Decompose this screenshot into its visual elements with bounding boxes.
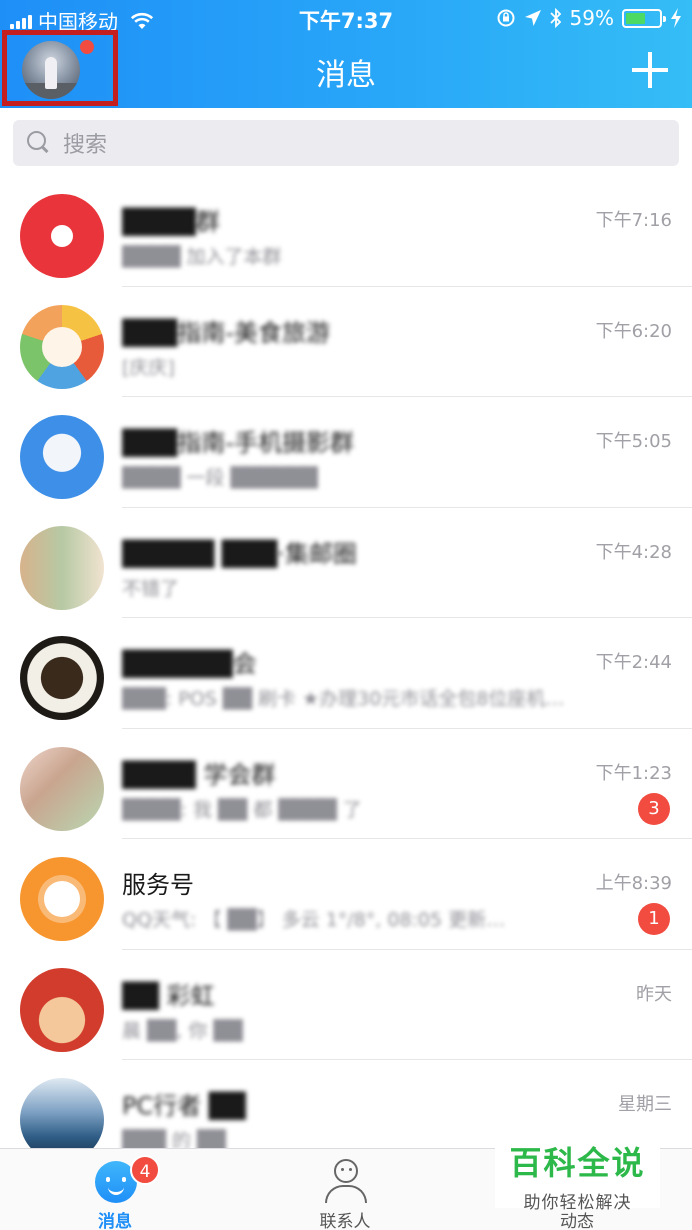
unread-badge: 1	[638, 903, 670, 935]
tab-messages[interactable]: 4 消息	[55, 1149, 175, 1230]
conversation-preview: ███: POS ██ 刷卡 ★办理30元市话全包8位座机…	[122, 688, 565, 710]
conversation-item[interactable]: ██ 彩虹 晨 ██, 你 ██ 昨天	[0, 950, 692, 1060]
conversation-item[interactable]: █████ ███·集邮圈 不错了 下午4:28	[0, 508, 692, 618]
status-right: 59%	[496, 6, 682, 30]
charging-icon	[671, 8, 681, 28]
conversation-item[interactable]: ████ 学会群 ████: 我 ██ 都 ████ 了 下午1:23 3	[0, 729, 692, 839]
conversation-time: 昨天	[636, 983, 672, 1005]
bluetooth-icon	[549, 8, 561, 28]
conversation-name: 服务号	[122, 871, 194, 899]
conversation-time: 下午6:20	[595, 320, 672, 342]
search-input[interactable]: 搜索	[13, 120, 679, 166]
search-icon	[27, 131, 51, 155]
watermark-title: 百科全说	[509, 1144, 646, 1182]
conversation-name: ████群	[122, 208, 220, 236]
conversation-preview: ████ 加入了本群	[122, 246, 282, 268]
conversation-name: ██ 彩虹	[122, 981, 215, 1010]
location-icon	[524, 10, 541, 26]
conversation-name: ████ 学会群	[122, 760, 276, 789]
conversation-avatar	[20, 525, 104, 610]
conversation-name: PC行者 ██	[122, 1092, 246, 1120]
battery-level-fill	[626, 12, 645, 24]
tab-contacts-label: 联系人	[319, 1212, 371, 1230]
conversation-avatar	[20, 746, 104, 831]
conversation-preview: 不错了	[122, 577, 180, 600]
conversation-preview: 晨 ██, 你 ██	[122, 1019, 243, 1042]
conversation-time: 下午4:28	[595, 541, 672, 563]
conversation-item[interactable]: ███指南-手机摄影群 ████ 一段 ██████ 下午5:05	[0, 397, 692, 508]
contacts-icon	[323, 1159, 369, 1205]
watermark-logo: 百科全说 助你轻松解决	[495, 1132, 660, 1213]
conversation-avatar	[20, 415, 104, 499]
conversation-avatar	[20, 194, 104, 278]
messages-badge: 4	[130, 1155, 160, 1185]
conversation-time: 下午7:16	[595, 210, 672, 231]
conversation-time: 下午5:05	[595, 431, 672, 452]
conversation-item[interactable]: ███指南-美食旅游 [庆庆] 下午6:20	[0, 287, 692, 397]
conversation-item[interactable]: ████群 ████ 加入了本群 下午7:16	[0, 176, 692, 287]
tab-contacts[interactable]: 联系人	[285, 1149, 405, 1230]
conversation-name: ███指南-手机摄影群	[122, 429, 355, 457]
unread-badge: 3	[638, 792, 670, 825]
conversation-avatar	[20, 967, 104, 1052]
search-placeholder: 搜索	[63, 133, 108, 158]
conversation-list: ████群 ████ 加入了本群 下午7:16 ███指南-美食旅游 [庆庆] …	[0, 176, 692, 1171]
conversation-avatar	[20, 857, 104, 941]
conversation-time: 下午1:23	[595, 762, 672, 784]
conversation-preview: ████ 一段 ██████	[122, 467, 319, 489]
conversation-time: 上午8:39	[595, 873, 672, 894]
search-area: 搜索	[0, 108, 692, 176]
conversation-time: 星期三	[618, 1094, 672, 1115]
conversation-item[interactable]: ██████会 ███: POS ██ 刷卡 ★办理30元市话全包8位座机… 下…	[0, 618, 692, 729]
orientation-lock-icon	[497, 9, 515, 27]
page-title: 消息	[316, 58, 376, 93]
conversation-name: █████ ███·集邮圈	[122, 539, 357, 568]
conversation-time: 下午2:44	[595, 652, 672, 673]
header-bar: 中国移动 下午7:37 59% 消息	[0, 0, 692, 108]
conversation-avatar	[20, 304, 104, 389]
conversation-item[interactable]: 服务号 QQ天气: 【 ██】 多云 1°/8°, 08:05 更新… 上午8:…	[0, 839, 692, 950]
plus-icon[interactable]	[632, 52, 668, 88]
conversation-preview: QQ天气: 【 ██】 多云 1°/8°, 08:05 更新…	[122, 909, 506, 931]
battery-percent: 59%	[569, 6, 614, 30]
conversation-preview: [庆庆]	[122, 356, 175, 379]
conversation-name: ██████会	[122, 650, 257, 678]
watermark-subtitle: 助你轻松解决	[523, 1193, 632, 1213]
battery-icon	[622, 8, 666, 28]
tab-messages-label: 消息	[98, 1212, 132, 1230]
conversation-name: ███指南-美食旅游	[122, 318, 331, 347]
conversation-avatar	[20, 636, 104, 720]
conversation-preview: ████: 我 ██ 都 ████ 了	[122, 798, 362, 821]
